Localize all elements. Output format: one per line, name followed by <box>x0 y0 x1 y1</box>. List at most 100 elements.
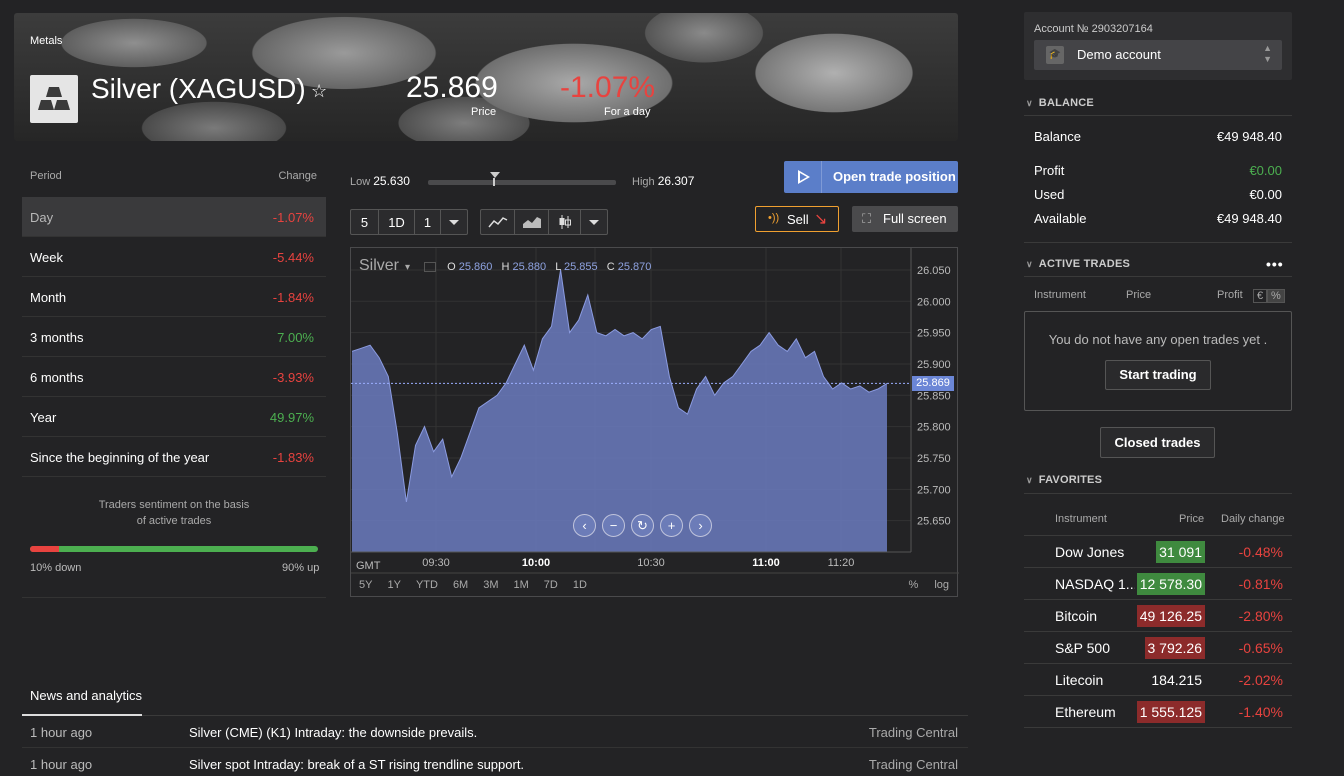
sentiment-bar <box>30 546 318 552</box>
percent-toggle[interactable]: % <box>1267 289 1285 303</box>
open-trade-button[interactable]: Open trade position <box>784 161 958 193</box>
zoom-in-button[interactable]: + <box>660 514 683 537</box>
log-scale-toggle[interactable]: log <box>934 579 949 591</box>
range-tab[interactable]: 6M <box>453 579 468 591</box>
favorite-star-icon[interactable]: ☆ <box>311 81 327 102</box>
range-tab[interactable]: 1D <box>573 579 587 591</box>
news-source: Trading Central <box>868 757 958 772</box>
daily-change-label: For a day <box>604 106 651 118</box>
period-row[interactable]: 3 months 7.00% <box>22 317 326 357</box>
news-tab[interactable]: News and analytics <box>30 688 142 703</box>
favorite-row[interactable]: Ethereum 1 555.125 -1.40% <box>1024 696 1292 728</box>
chart-type-dropdown[interactable] <box>581 210 607 234</box>
period-label: 6 months <box>30 370 84 385</box>
period-row[interactable]: Month -1.84% <box>22 277 326 317</box>
favorite-name: Ethereum <box>1055 704 1116 720</box>
balance-section-toggle[interactable]: ∨ BALANCE <box>1026 97 1094 109</box>
reset-button[interactable]: ↻ <box>631 514 654 537</box>
period-label: Since the beginning of the year <box>30 450 210 465</box>
camera-icon[interactable] <box>424 262 437 273</box>
range-tabs: 5Y 1Y YTD 6M 3M 1M 7D 1D <box>359 579 587 591</box>
y-tick-label: 26.000 <box>917 296 951 308</box>
favorite-price: 3 792.26 <box>1144 637 1205 659</box>
period-label: Week <box>30 250 63 265</box>
range-tab[interactable]: 5Y <box>359 579 372 591</box>
news-item[interactable]: 1 hour ago Silver spot Intraday: break of… <box>22 748 968 776</box>
period-row[interactable]: Day -1.07% <box>22 197 326 237</box>
favorites-section-toggle[interactable]: ∨ FAVORITES <box>1026 474 1102 486</box>
news-time: 1 hour ago <box>30 725 93 740</box>
favorite-row[interactable]: Dow Jones 31 091 -0.48% <box>1024 536 1292 568</box>
range-tab[interactable]: 3M <box>483 579 498 591</box>
news-item[interactable]: 1 hour ago Silver (CME) (K1) Intraday: th… <box>22 716 968 748</box>
expand-icon: ⛶ <box>862 211 872 226</box>
period-row[interactable]: 6 months -3.93% <box>22 357 326 397</box>
news-headline: Silver (CME) (K1) Intraday: the downside… <box>189 725 478 740</box>
period-change: -1.07% <box>272 210 314 225</box>
sentiment-down-fill <box>30 546 59 552</box>
currency-toggle[interactable]: € <box>1253 289 1268 303</box>
news-source: Trading Central <box>868 725 958 740</box>
balance-value: €0.00 <box>1249 187 1282 202</box>
percent-scale-toggle[interactable]: % <box>909 579 919 591</box>
down-arrow-icon: ↘ <box>814 211 828 228</box>
price-chart[interactable]: 26.050 26.000 25.950 25.900 25.850 25.800 25.7… <box>350 247 959 597</box>
range-tab[interactable]: YTD <box>416 579 438 591</box>
y-tick-label: 25.800 <box>917 422 951 434</box>
closed-trades-button[interactable]: Closed trades <box>1100 427 1215 458</box>
favorite-name: Dow Jones <box>1055 544 1125 560</box>
scroll-right-button[interactable]: › <box>689 514 712 537</box>
chevron-right-icon: › <box>698 518 703 533</box>
divider <box>1024 115 1292 116</box>
balance-row: Available €49 948.40 <box>1034 211 1282 226</box>
range-tab[interactable]: 1M <box>514 579 529 591</box>
favorite-row[interactable]: S&P 500 3 792.26 -0.65% <box>1024 632 1292 664</box>
period-change: -1.83% <box>272 450 314 465</box>
chevron-down-icon <box>589 219 599 225</box>
range-tab[interactable]: 7D <box>544 579 558 591</box>
account-select[interactable]: 🎓 Demo account ▲ ▼ <box>1034 40 1282 70</box>
favorite-row[interactable]: NASDAQ 1... 12 578.30 -0.81% <box>1024 568 1292 600</box>
period-label: Year <box>30 410 57 425</box>
more-options-icon[interactable]: ••• <box>1266 256 1284 272</box>
interval-dropdown[interactable] <box>441 210 467 234</box>
empty-trades-box: You do not have any open trades yet . St… <box>1024 311 1292 411</box>
favorite-row[interactable]: Litecoin 184.215 -2.02% <box>1024 664 1292 696</box>
range-tab[interactable]: 1Y <box>387 579 400 591</box>
fullscreen-button[interactable]: ⛶ Full screen <box>852 206 958 232</box>
account-card: Account № 2903207164 🎓 Demo account ▲ ▼ <box>1024 12 1292 80</box>
sell-button[interactable]: •)) Sell ↘ <box>755 206 839 232</box>
period-toolbar: 5 1D 1 <box>350 209 468 235</box>
period-table-header: Period Change <box>22 168 326 196</box>
period-count-button[interactable]: 5 <box>351 210 379 234</box>
balance-label: Balance <box>1034 129 1081 144</box>
favorite-row[interactable]: Bitcoin 49 126.25 -2.80% <box>1024 600 1292 632</box>
play-icon <box>784 161 822 193</box>
zoom-out-button[interactable]: − <box>602 514 625 537</box>
chevron-down-icon: ∨ <box>1026 475 1033 485</box>
favorite-name: NASDAQ 1... <box>1055 576 1135 592</box>
favorite-name: Litecoin <box>1055 672 1104 688</box>
line-chart-button[interactable] <box>481 210 515 234</box>
chart-symbol[interactable]: Silver <box>359 257 399 274</box>
period-change: -3.93% <box>272 370 314 385</box>
area-chart-button[interactable] <box>515 210 549 234</box>
balance-label: Available <box>1034 211 1087 226</box>
category-label: Metals <box>30 35 63 47</box>
interval-value-button[interactable]: 1 <box>415 210 441 234</box>
start-trading-button[interactable]: Start trading <box>1105 360 1211 390</box>
period-row[interactable]: Since the beginning of the year -1.83% <box>22 437 326 477</box>
period-row[interactable]: Week -5.44% <box>22 237 326 277</box>
interval-button[interactable]: 1D <box>379 210 415 234</box>
active-trades-section-toggle[interactable]: ∨ ACTIVE TRADES <box>1026 258 1130 270</box>
y-tick-label: 26.050 <box>917 265 951 277</box>
minus-icon: − <box>609 518 618 533</box>
balance-value: €49 948.40 <box>1216 129 1282 144</box>
period-change: 49.97% <box>269 410 314 425</box>
x-tick-label: 09:30 <box>422 557 450 569</box>
news-time: 1 hour ago <box>30 757 93 772</box>
period-row[interactable]: Year 49.97% <box>22 397 326 437</box>
candle-chart-button[interactable] <box>549 210 581 234</box>
scroll-left-button[interactable]: ‹ <box>573 514 596 537</box>
account-number: Account № 2903207164 <box>1034 23 1153 35</box>
